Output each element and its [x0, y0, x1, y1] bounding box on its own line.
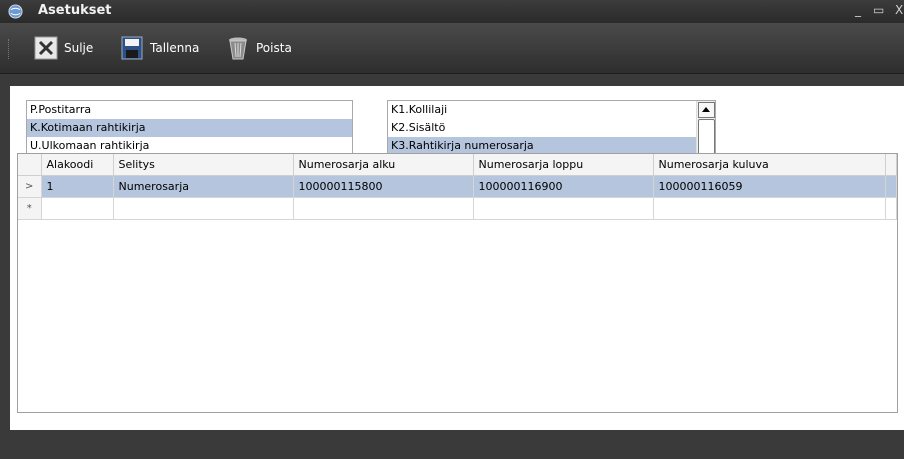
grid-cell[interactable]: 100000116059	[653, 175, 886, 198]
row-header-corner	[18, 154, 42, 176]
grid-table: Alakoodi Selitys Numerosarja alku Numerosar…	[18, 154, 897, 220]
new-row-star-icon[interactable]: *	[18, 197, 42, 220]
trash-icon	[229, 37, 247, 60]
grid-cell-filler	[885, 175, 897, 198]
grid-cell[interactable]	[41, 197, 114, 220]
minimize-button[interactable]: _	[855, 3, 861, 17]
category-list-item[interactable]: P.Postitarra	[27, 101, 352, 119]
delete-button-label: Poista	[256, 41, 292, 55]
column-header[interactable]: Selitys	[113, 154, 294, 176]
app-globe-icon	[8, 4, 23, 19]
grid-cell[interactable]: Numerosarja	[113, 175, 294, 198]
save-icon	[121, 36, 143, 60]
close-icon	[34, 36, 58, 60]
grid-cell[interactable]: 100000116900	[473, 175, 654, 198]
column-header[interactable]: Numerosarja alku	[293, 154, 474, 176]
grid-cell[interactable]	[293, 197, 474, 220]
column-header[interactable]: Alakoodi	[41, 154, 114, 176]
close-button[interactable]: Sulje	[34, 33, 93, 63]
grid-cell[interactable]	[473, 197, 654, 220]
new-row[interactable]: *	[18, 197, 897, 220]
scroll-up-arrow-icon[interactable]	[698, 102, 715, 118]
grid-cell[interactable]	[653, 197, 886, 220]
close-button-label: Sulje	[64, 41, 94, 55]
title-bar: Asetukset _ ▭ X	[0, 0, 904, 23]
status-bar	[0, 430, 904, 459]
toolbar-grip	[8, 39, 12, 59]
window-title: Asetukset	[38, 3, 112, 18]
grid-cell[interactable]: 100000115800	[293, 175, 474, 198]
toolbar: Sulje Tallenna Poista	[0, 23, 904, 74]
row-indicator-icon[interactable]: >	[18, 175, 42, 198]
column-header-filler	[885, 154, 897, 176]
save-button[interactable]: Tallenna	[120, 33, 199, 63]
save-button-label: Tallenna	[150, 41, 200, 55]
grid-header-row: Alakoodi Selitys Numerosarja alku Numerosar…	[18, 154, 897, 176]
settings-grid: Alakoodi Selitys Numerosarja alku Numerosar…	[17, 153, 898, 413]
grid-cell[interactable]: 1	[41, 175, 114, 198]
table-row[interactable]: >1 Numerosarja 100000115800 100000116900 100…	[18, 175, 897, 198]
setting-list-item[interactable]: K1.Kollilaji	[388, 101, 715, 119]
maximize-button[interactable]: ▭	[873, 3, 884, 17]
setting-list-item[interactable]: K2.Sisältö	[388, 119, 715, 137]
delete-button[interactable]: Poista	[226, 33, 292, 63]
category-list-item[interactable]: K.Kotimaan rahtikirja	[27, 119, 352, 137]
grid-cell-filler	[885, 197, 897, 220]
grid-cell[interactable]	[113, 197, 294, 220]
column-header[interactable]: Numerosarja loppu	[473, 154, 654, 176]
column-header[interactable]: Numerosarja kuluva	[653, 154, 886, 176]
close-window-button[interactable]: X	[895, 3, 903, 17]
